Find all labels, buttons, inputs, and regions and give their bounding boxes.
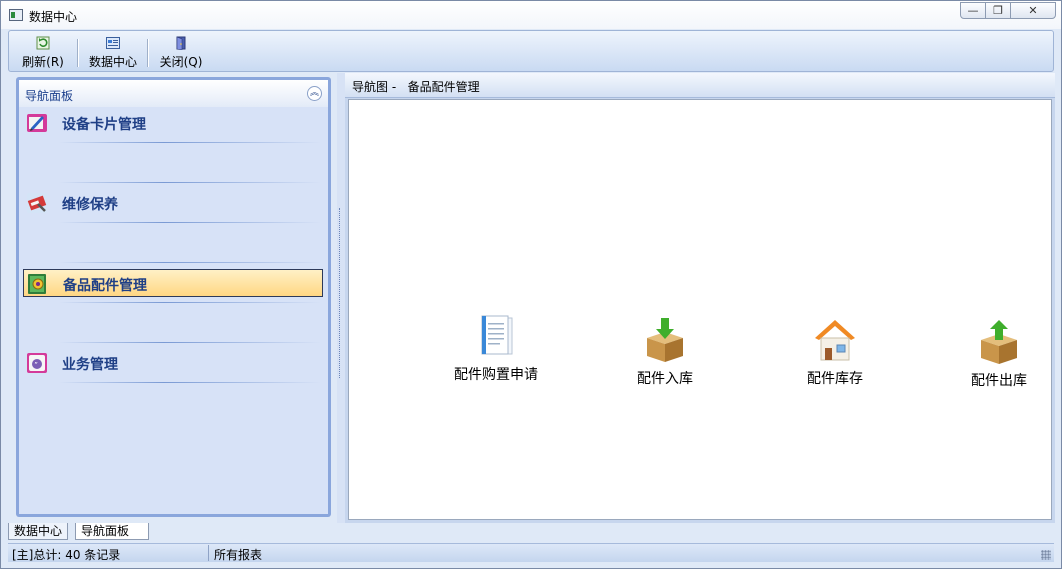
panel-splitter[interactable]: [337, 73, 345, 523]
close-button[interactable]: ✕: [1010, 2, 1056, 19]
app-icon: [9, 9, 23, 21]
window-title: 数据中心: [29, 10, 78, 24]
minimize-icon: —: [967, 4, 979, 17]
restore-button[interactable]: ❐: [985, 2, 1011, 19]
door-exit-icon: [174, 36, 188, 51]
refresh-label: 刷新(R): [22, 55, 64, 69]
spare-parts-icon: [27, 273, 49, 295]
nav-item-label: 维修保养: [62, 197, 118, 213]
box-out-icon: [977, 320, 1021, 366]
nav-item-business[interactable]: ” 业务管理: [23, 349, 323, 377]
navigation-panel-title: 导航面板: [25, 89, 74, 103]
navigation-map-canvas: 配件购置申请 配件入库 配件库存 配件出库: [348, 99, 1052, 520]
toolbar-separator: [77, 39, 79, 67]
close-toolbar-label: 关闭(Q): [159, 55, 203, 69]
node-parts-purchase-request[interactable]: 配件购置申请: [451, 314, 541, 384]
nav-item-label: 备品配件管理: [63, 278, 147, 294]
tab-label: 数据中心: [14, 524, 63, 538]
nav-item-equipment-card[interactable]: 设备卡片管理: [23, 109, 323, 137]
node-label: 配件出库: [971, 373, 1027, 389]
business-icon: ”: [26, 352, 48, 374]
node-parts-inventory[interactable]: 配件库存: [795, 318, 875, 388]
navigation-panel-header: 导航面板 ︽: [19, 80, 328, 107]
minimize-button[interactable]: —: [960, 2, 986, 19]
navigation-map-title: 导航图 - 备品配件管理: [352, 80, 480, 94]
nav-divider: [59, 222, 321, 223]
nav-divider: [59, 262, 321, 263]
nav-item-label: 业务管理: [62, 357, 118, 373]
toolbar-separator: [147, 39, 149, 67]
maintenance-icon: [26, 192, 48, 214]
report-status: 所有报表: [214, 548, 263, 562]
close-icon: ✕: [1028, 4, 1038, 17]
collapse-chevron-icon[interactable]: ︽: [307, 86, 322, 101]
main-panel-header: 导航图 - 备品配件管理: [345, 73, 1055, 98]
node-parts-outbound[interactable]: 配件出库: [961, 320, 1037, 390]
toolbar: 刷新(R) 数据中心 关闭(Q): [8, 30, 1054, 72]
record-count-status: [主]总计: 40 条记录: [12, 548, 121, 562]
nav-divider: [59, 142, 321, 143]
title-bar: 数据中心 — ❐ ✕: [1, 1, 1061, 29]
status-bar: [主]总计: 40 条记录 所有报表: [8, 543, 1054, 562]
nav-item-spare-parts[interactable]: 备品配件管理: [23, 269, 323, 297]
node-label: 配件购置申请: [454, 367, 538, 383]
node-label: 配件入库: [637, 371, 693, 387]
main-panel: 导航图 - 备品配件管理 配件购置申请 配件入库 配件库存 配件出库: [345, 73, 1055, 523]
data-center-icon: [106, 36, 120, 50]
node-label: 配件库存: [807, 371, 863, 387]
navigation-panel-body: 导航面板 ︽ 设备卡片管理 维修保养 备品配件管理 ” 业务管理: [19, 80, 328, 514]
data-center-label: 数据中心: [88, 55, 137, 69]
nav-item-maintenance[interactable]: 维修保养: [23, 189, 323, 217]
tab-navigation-panel[interactable]: 导航面板: [75, 523, 149, 540]
nav-divider: [59, 302, 321, 303]
node-parts-inbound[interactable]: 配件入库: [625, 318, 705, 388]
tab-data-center[interactable]: 数据中心: [8, 523, 69, 540]
warehouse-house-icon: [813, 318, 857, 364]
window-controls: — ❐ ✕: [960, 2, 1056, 21]
svg-text:”: ”: [34, 361, 38, 369]
nav-divider: [59, 382, 321, 383]
main-window: 数据中心 — ❐ ✕ 刷新(R) 数据中心 关闭(Q) 导航面板 ︽ 设备卡片管…: [0, 0, 1062, 569]
restore-icon: ❐: [993, 4, 1003, 17]
splitter-grip[interactable]: [339, 208, 344, 378]
status-separator: [208, 545, 209, 561]
nav-divider: [59, 182, 321, 183]
navigation-panel: 导航面板 ︽ 设备卡片管理 维修保养 备品配件管理 ” 业务管理: [16, 77, 331, 517]
data-center-button[interactable]: 数据中心: [85, 34, 141, 70]
document-icon: [474, 314, 518, 360]
refresh-icon: [36, 36, 50, 50]
box-in-icon: [643, 318, 687, 364]
nav-divider: [59, 342, 321, 343]
resize-grip-icon[interactable]: [1041, 550, 1051, 560]
close-toolbar-button[interactable]: 关闭(Q): [155, 34, 207, 70]
refresh-button[interactable]: 刷新(R): [17, 34, 69, 70]
nav-item-label: 设备卡片管理: [62, 117, 146, 133]
equipment-card-icon: [26, 112, 48, 134]
tab-label: 导航面板: [81, 524, 130, 538]
